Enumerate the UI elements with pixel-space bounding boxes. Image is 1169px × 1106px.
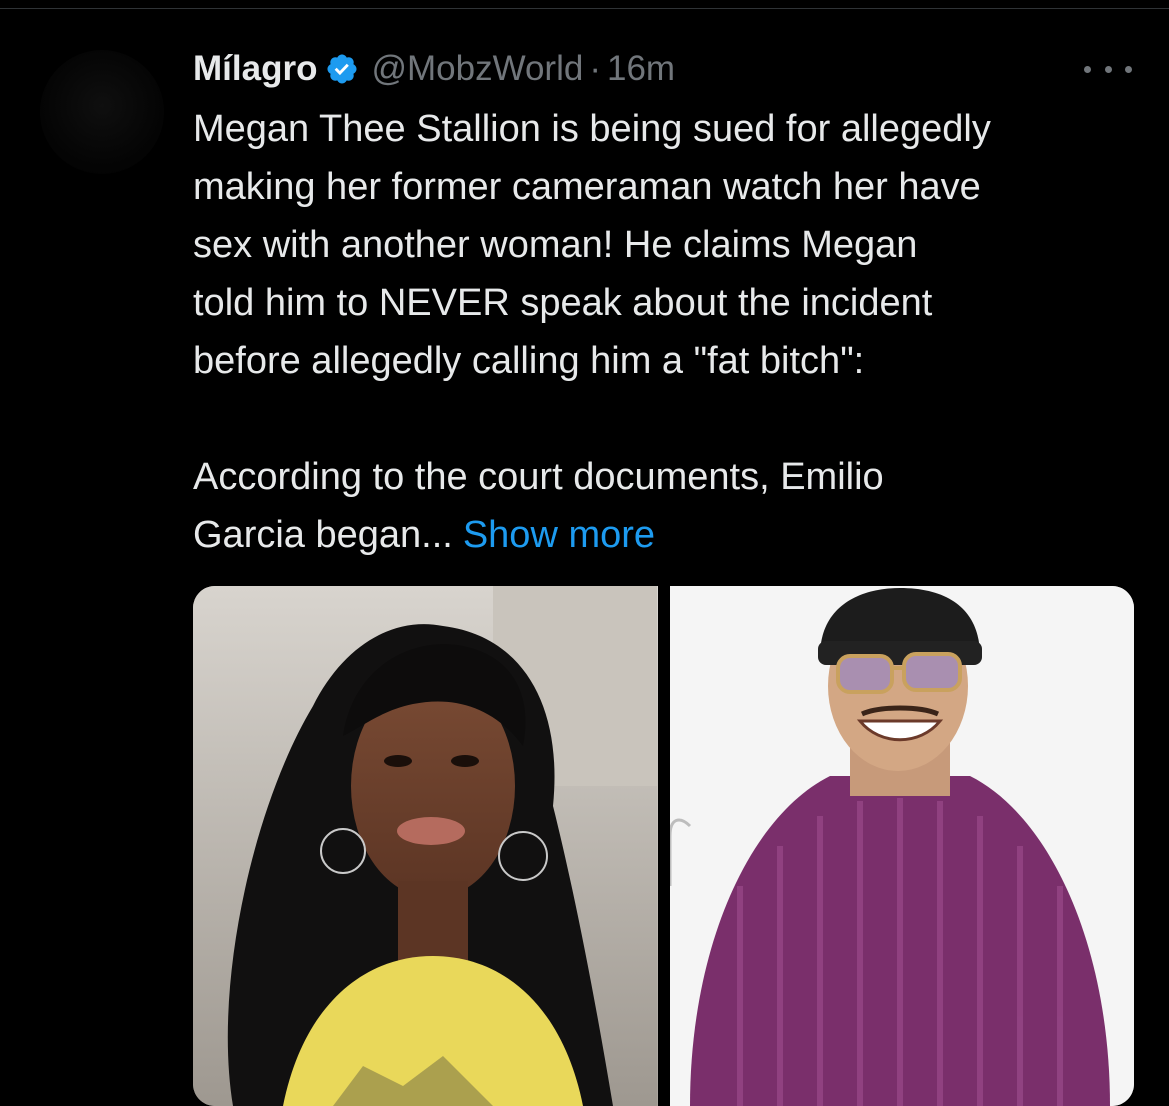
handle[interactable]: @MobzWorld (371, 49, 583, 89)
tweet-text-truncated: Garcia began... (193, 514, 453, 556)
more-options-icon[interactable] (1084, 54, 1132, 84)
media-grid (193, 586, 1134, 1106)
more-dot (1084, 65, 1091, 73)
media-photo-left[interactable] (193, 586, 658, 1106)
tweet-text-line: making her former cameraman watch her ha… (193, 166, 981, 208)
photo-man (669, 586, 1134, 1106)
more-dot (1125, 65, 1132, 73)
tweet-text: Megan Thee Stallion is being sued for al… (193, 100, 1143, 564)
media-photo-right[interactable] (669, 586, 1134, 1106)
tweet-header: Mílagro @MobzWorld · 16m (193, 44, 675, 94)
more-dot (1104, 65, 1112, 73)
top-divider (0, 8, 1169, 9)
tweet-text-line: before allegedly calling him a "fat bitc… (193, 340, 865, 382)
separator-dot: · (589, 49, 601, 88)
display-name[interactable]: Mílagro (193, 49, 317, 89)
avatar[interactable] (40, 50, 164, 174)
tweet-text-line: sex with another woman! He claims Megan (193, 224, 918, 266)
tweet-text-line: Megan Thee Stallion is being sued for al… (193, 108, 991, 150)
photo-woman (193, 586, 657, 1106)
tweet-text-line: According to the court documents, Emilio (193, 456, 884, 498)
show-more-link[interactable]: Show more (463, 514, 655, 556)
timestamp[interactable]: 16m (607, 49, 675, 89)
tweet-text-line: Garcia began... Show more (193, 506, 1143, 564)
verified-badge-icon[interactable] (325, 52, 359, 86)
tweet-text-line: told him to NEVER speak about the incide… (193, 282, 933, 324)
